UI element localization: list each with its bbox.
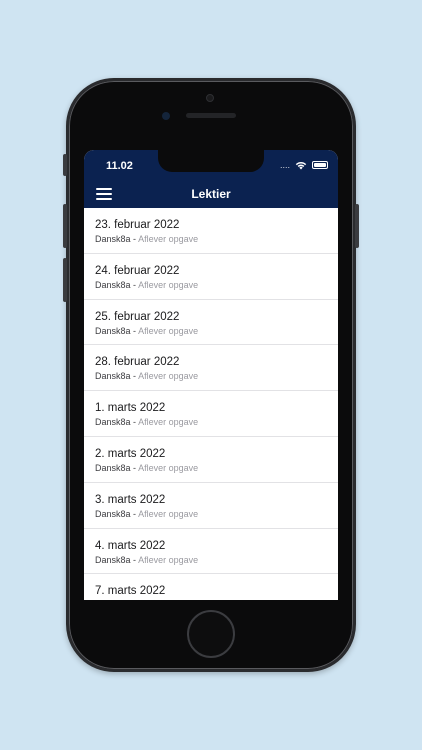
item-date: 23. februar 2022 — [95, 219, 180, 231]
item-task: Aflever opgave — [138, 371, 199, 382]
item-subtitle: Dansk8a - Aflever opgave — [95, 555, 338, 566]
power-button — [355, 204, 359, 248]
item-subtitle: Dansk8a - Aflever opgave — [95, 463, 338, 474]
list-item[interactable]: 23. februar 2022 Dansk8a - Aflever opgav… — [84, 208, 338, 254]
item-separator: - — [133, 279, 137, 290]
volume-down-button — [63, 258, 67, 302]
item-date: 3. marts 2022 — [95, 493, 166, 506]
list-item[interactable]: 25. februar 2022 Dansk8a - Aflever opgav… — [84, 300, 338, 346]
notch — [158, 150, 264, 172]
proximity-sensor — [162, 112, 170, 120]
item-date: 24. februar 2022 — [95, 264, 180, 277]
item-subtitle: Dansk8a - Aflever opgave — [95, 371, 338, 382]
item-subtitle: Dansk8a - Aflever opgave — [95, 417, 338, 428]
item-course: Dansk8a — [95, 554, 131, 565]
silent-switch — [63, 154, 67, 176]
list-item[interactable]: 28. februar 2022 Dansk8a - Aflever opgav… — [84, 345, 338, 392]
item-separator: - — [133, 234, 137, 244]
item-course: Dansk8a — [95, 279, 131, 290]
item-course: Dansk8a — [95, 325, 131, 336]
status-bar: 11.02 .... — [84, 150, 338, 180]
item-separator: - — [133, 371, 137, 382]
item-subtitle: Dansk8a - Aflever opgave — [95, 234, 338, 245]
item-task: Aflever opgave — [138, 234, 199, 244]
item-separator: - — [133, 508, 137, 519]
battery-icon — [312, 161, 328, 169]
item-date: 4. marts 2022 — [95, 539, 166, 552]
wifi-icon — [295, 161, 307, 169]
item-date: 28. februar 2022 — [95, 356, 180, 369]
signal-icon: .... — [279, 160, 290, 170]
item-task: Aflever opgave — [138, 279, 199, 290]
list-item[interactable]: 7. marts 2022 — [84, 574, 338, 600]
front-camera — [206, 94, 214, 102]
item-subtitle: Dansk8a - Aflever opgave — [95, 280, 338, 291]
item-date: 2. marts 2022 — [95, 447, 166, 460]
item-task: Aflever opgave — [138, 554, 199, 565]
nav-bar: Lektier — [84, 180, 338, 208]
home-button[interactable] — [187, 610, 235, 658]
item-course: Dansk8a — [95, 371, 131, 382]
item-task: Aflever opgave — [138, 462, 199, 473]
volume-up-button — [63, 204, 67, 248]
status-time: 11.02 — [106, 160, 133, 172]
page-title: Lektier — [191, 187, 231, 201]
homework-list: 23. februar 2022 Dansk8a - Aflever opgav… — [84, 208, 338, 600]
item-task: Aflever opgave — [138, 325, 199, 336]
item-course: Dansk8a — [95, 234, 131, 244]
status-icons: .... — [280, 160, 328, 170]
earpiece-speaker — [186, 113, 236, 118]
list-item[interactable]: 24. februar 2022 Dansk8a - Aflever opgav… — [84, 254, 338, 300]
item-task: Aflever opgave — [138, 417, 199, 428]
app-screen: 11.02 .... Lektier 23. februar 2022 Dans… — [84, 150, 338, 600]
item-subtitle: Dansk8a - Aflever opgave — [95, 326, 338, 337]
list-item[interactable]: 1. marts 2022 Dansk8a - Aflever opgave — [84, 391, 338, 437]
list-item[interactable]: 4. marts 2022 Dansk8a - Aflever opgave — [84, 529, 338, 575]
item-course: Dansk8a — [95, 508, 131, 519]
item-date: 1. marts 2022 — [95, 402, 166, 415]
item-course: Dansk8a — [95, 417, 131, 428]
item-separator: - — [133, 417, 137, 428]
item-separator: - — [133, 554, 137, 565]
item-separator: - — [133, 462, 137, 473]
list-item[interactable]: 2. marts 2022 Dansk8a - Aflever opgave — [84, 437, 338, 483]
item-task: Aflever opgave — [138, 508, 199, 519]
item-separator: - — [133, 325, 137, 336]
item-date: 7. marts 2022 — [95, 585, 166, 598]
item-subtitle: Dansk8a - Aflever opgave — [95, 509, 338, 520]
item-date: 25. februar 2022 — [95, 310, 180, 323]
list-item[interactable]: 3. marts 2022 Dansk8a - Aflever opgave — [84, 483, 338, 529]
item-course: Dansk8a — [95, 462, 131, 473]
